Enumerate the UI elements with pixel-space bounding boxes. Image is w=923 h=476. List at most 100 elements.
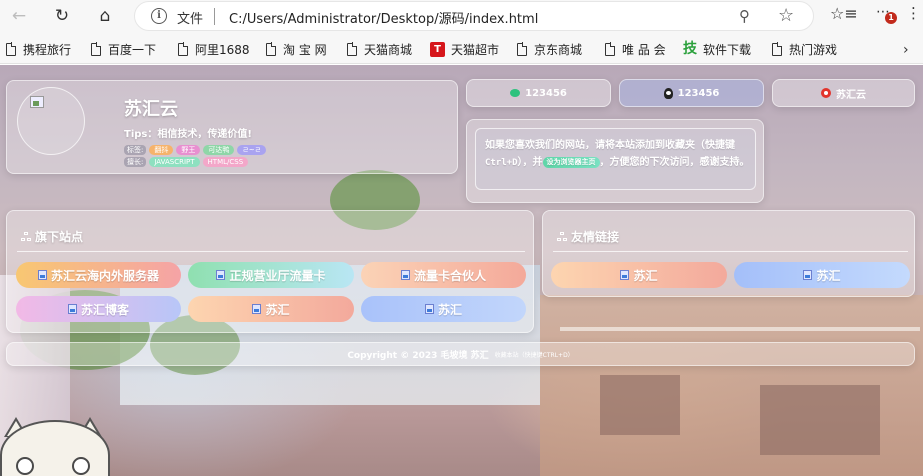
bookmark-baidu[interactable]: 百度一下 <box>91 40 156 58</box>
bookmark-label: 阿里1688 <box>195 42 250 57</box>
notice-text-part: ），并 <box>517 157 543 168</box>
favorite-star-icon[interactable]: ☆ <box>778 5 794 26</box>
contact-weibo[interactable]: 苏汇云 <box>772 79 915 107</box>
background-window <box>760 385 880 455</box>
qq-icon <box>663 87 673 99</box>
home-icon[interactable]: ⌂ <box>91 4 119 28</box>
bookmark-1688[interactable]: 阿里1688 <box>178 40 250 58</box>
bookmark-label: 软件下载 <box>703 42 752 57</box>
page-icon <box>266 42 277 56</box>
sites-title: 旗下站点 <box>21 228 83 245</box>
skill-tag: HTML/CSS <box>202 157 249 167</box>
bookmark-tmall-market[interactable]: T 天猫超市 <box>430 40 499 58</box>
page-icon <box>6 42 17 56</box>
friend-link-label: 苏汇 <box>633 268 658 283</box>
bookmark-label: 唯 品 会 <box>622 42 666 57</box>
page-icon <box>517 42 528 56</box>
notice-box: 如果您喜欢我们的网站，请将本站添加到收藏夹（快捷键 Ctrl+D），并 设为浏览器主… <box>475 128 756 190</box>
notice-text: 如果您喜欢我们的网站，请将本站添加到收藏夹（快捷键 Ctrl+D），并 设为浏览器主… <box>485 137 751 172</box>
favorites-list-icon[interactable]: ☆≡ <box>830 4 858 23</box>
page-footer: Copyright © 2023 毛坡境 苏汇 收藏本站（快捷键CTRL+D） <box>6 342 915 366</box>
bookmark-tmall[interactable]: 天猫商城 <box>347 40 412 58</box>
reload-icon[interactable]: ↻ <box>48 4 76 28</box>
site-link-server[interactable]: 苏汇云海内外服务器 <box>16 262 181 288</box>
image-icon <box>424 304 434 314</box>
image-icon <box>803 270 813 280</box>
bookmark-site-link[interactable]: 收藏本站（快捷键CTRL+D） <box>495 350 574 359</box>
friend-link-label: 苏汇 <box>816 268 841 283</box>
site-link-label: 苏汇 <box>437 302 462 317</box>
zoom-icon[interactable]: ⚲ <box>739 7 750 25</box>
tag: 可达鸭 <box>203 145 235 155</box>
address-bar[interactable]: i 文件 C:/Users/Administrator/Desktop/源码/i… <box>134 1 814 31</box>
image-icon <box>67 304 77 314</box>
image-icon <box>252 304 262 314</box>
bookmark-label: 百度一下 <box>108 42 157 57</box>
site-link-label: 苏汇 <box>265 302 290 317</box>
background-railing <box>560 327 920 331</box>
sitemap-icon <box>21 231 31 242</box>
bookmark-taobao[interactable]: 淘 宝 网 <box>266 40 327 58</box>
notice-shortcut: Ctrl+D <box>485 158 518 168</box>
bookmark-software[interactable]: 技软件下载 <box>682 40 751 58</box>
set-homepage-button[interactable]: 设为浏览器主页 <box>542 157 600 168</box>
contact-wechat[interactable]: 123456 <box>466 79 611 107</box>
wechat-icon <box>510 89 521 97</box>
copyright-text: Copyright © 2023 毛坡境 苏汇 <box>347 350 489 361</box>
site-link-sim-card[interactable]: 正规营业厅流量卡 <box>188 262 354 288</box>
tag-row: 标签: 翻抖 野王 可达鸭 ㄹ~ㄹ <box>124 145 267 155</box>
site-link-partner[interactable]: 流量卡合伙人 <box>361 262 526 288</box>
address-separator <box>214 8 215 25</box>
bookmarks-bar: 携程旅行 百度一下 阿里1688 淘 宝 网 天猫商城 T 天猫超市 京东商城 唯… <box>0 34 923 64</box>
tag: 野王 <box>176 145 201 155</box>
software-download-icon: 技 <box>683 41 697 57</box>
contact-label: 苏汇云 <box>836 89 866 101</box>
contact-label: 123456 <box>677 87 720 99</box>
sitemap-icon <box>557 231 567 242</box>
notice-text-part: ，方便您的下次访问，感谢支持。 <box>599 157 750 168</box>
address-scheme-label: 文件 <box>177 12 204 27</box>
contact-qq[interactable]: 123456 <box>619 79 764 107</box>
section-title-label: 友情链接 <box>571 230 620 244</box>
bookmark-label: 淘 宝 网 <box>283 42 327 57</box>
cat-eye <box>16 457 34 475</box>
page-icon <box>772 42 783 56</box>
address-url[interactable]: C:/Users/Administrator/Desktop/源码/index.… <box>229 8 538 27</box>
image-icon <box>216 270 226 280</box>
info-icon[interactable]: i <box>151 8 167 24</box>
skill-tag: JAVASCRIPT <box>149 157 200 167</box>
friend-link-1[interactable]: 苏汇 <box>551 262 727 288</box>
bookmarks-overflow-icon[interactable]: › <box>903 42 909 58</box>
page-icon <box>605 42 616 56</box>
site-tips: Tips：相信技术，传递价值! <box>124 129 252 140</box>
bookmark-label: 热门游戏 <box>789 42 838 57</box>
notice-text-part: 如果您喜欢我们的网站，请将本站添加到收藏夹（快捷键 <box>485 140 735 151</box>
menu-icon[interactable]: ⋮ <box>906 4 921 22</box>
back-icon[interactable]: ← <box>5 4 33 28</box>
site-link-suhui[interactable]: 苏汇 <box>188 296 354 322</box>
broken-image-icon <box>30 96 44 108</box>
bookmark-label: 携程旅行 <box>23 42 72 57</box>
image-icon <box>620 270 630 280</box>
bookmark-vip[interactable]: 唯 品 会 <box>605 40 666 58</box>
sites-card: 旗下站点 苏汇云海内外服务器 正规营业厅流量卡 流量卡合伙人 苏汇博客 苏汇 苏… <box>6 210 534 333</box>
tmall-icon: T <box>430 41 445 57</box>
tags-label: 标签: <box>124 145 147 155</box>
friend-link-2[interactable]: 苏汇 <box>734 262 910 288</box>
image-icon <box>400 270 410 280</box>
image-icon <box>37 270 47 280</box>
contact-label: 123456 <box>525 87 567 99</box>
bookmark-ctrip[interactable]: 携程旅行 <box>6 40 71 58</box>
tag: 翻抖 <box>149 145 174 155</box>
avatar <box>17 87 85 155</box>
skill-row: 擅长: JAVASCRIPT HTML/CSS <box>124 157 249 167</box>
bookmark-games[interactable]: 热门游戏 <box>772 40 837 58</box>
site-link-label: 流量卡合伙人 <box>413 268 486 283</box>
background-window <box>600 375 680 435</box>
bookmark-label: 京东商城 <box>534 42 583 57</box>
bookmark-jd[interactable]: 京东商城 <box>517 40 582 58</box>
site-link-suhui-2[interactable]: 苏汇 <box>361 296 526 322</box>
page-icon <box>347 42 358 56</box>
divider <box>17 251 525 252</box>
site-link-blog[interactable]: 苏汇博客 <box>16 296 181 322</box>
